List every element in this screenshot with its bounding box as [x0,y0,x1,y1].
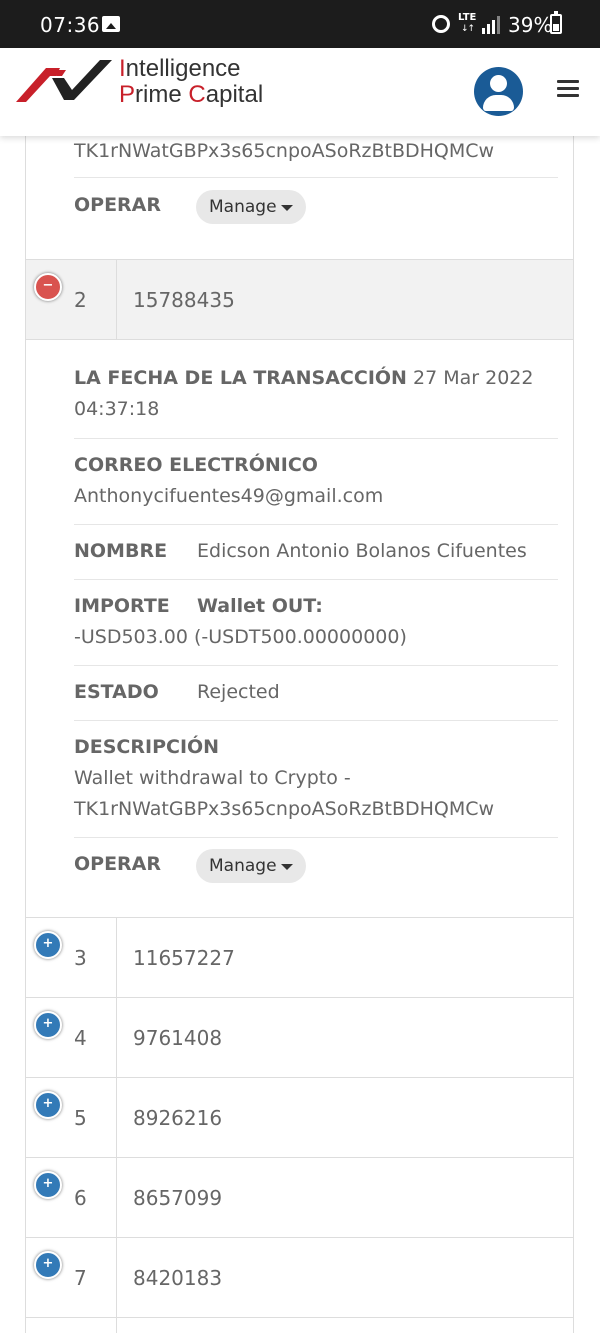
transaction-id: 8926216 [133,1106,223,1130]
expand-row-icon[interactable]: + [34,931,62,959]
operate-label: OPERAR [74,853,162,875]
status-label: ESTADO [74,681,159,703]
row-index: 3 [74,946,87,970]
transaction-id: 8657099 [133,1186,223,1210]
name-label: NOMBRE [74,540,168,562]
brand-name[interactable]: Intelligence Prime Capital [119,56,263,108]
battery-icon [550,11,562,34]
amount-value: -USD503.00 (-USDT500.00000000) [74,626,407,648]
time-value: 04:37:18 [74,398,160,420]
date-label: LA FECHA DE LA TRANSACCIÓN [74,367,407,389]
collapse-row-icon[interactable]: − [34,273,62,301]
description-label: DESCRIPCIÓN [74,736,220,758]
status-time: 07:36 [40,13,101,37]
row-index: 6 [74,1186,87,1210]
description-line-2: TK1rNWatGBPx3s65cnpoASoRzBtBDHQMCw [74,798,495,820]
row-1-details: TK1rNWatGBPx3s65cnpoASoRzBtBDHQMCw OPERA… [26,136,573,259]
transaction-id: 15788435 [133,288,235,312]
expand-row-icon[interactable]: + [34,1171,62,1199]
name-value: Edicson Antonio Bolanos Cifuentes [197,540,527,562]
network-type: LTE [458,12,477,23]
battery-percent: 39% [508,13,553,37]
expand-row-icon[interactable]: + [34,1011,62,1039]
status-bar: 07:36 LTE ↓↑ 39% [0,0,600,48]
wallet-out-label: Wallet OUT: [197,595,323,617]
table-row[interactable]: + 6 8657099 [26,1157,573,1237]
row-2-details: LA FECHA DE LA TRANSACCIÓN 27 Mar 2022 0… [26,339,573,917]
data-activity-icon: ↓↑ [461,24,475,34]
brand-line-2: Prime Capital [119,81,264,108]
row-index: 2 [74,288,87,312]
email-label: CORREO ELECTRÓNICO [74,454,318,476]
manage-dropdown-button[interactable]: Manage [196,190,306,224]
expand-row-icon[interactable]: + [34,1251,62,1279]
table-row[interactable]: + 4 9761408 [26,997,573,1077]
status-value: Rejected [197,681,280,703]
caret-down-icon [281,205,293,211]
table-row[interactable]: − 2 15788435 [26,259,573,339]
user-avatar-button[interactable] [474,67,523,116]
transactions-table: TK1rNWatGBPx3s65cnpoASoRzBtBDHQMCw OPERA… [25,136,574,1333]
table-row[interactable]: + 3 11657227 [26,917,573,997]
app-header: Intelligence Prime Capital [0,48,600,136]
row-index: 4 [74,1026,87,1050]
amount-label: IMPORTE [74,595,170,617]
alarm-icon [432,15,450,33]
row-index: 5 [74,1106,87,1130]
expand-row-icon[interactable]: + [34,1091,62,1119]
transaction-id: 8420183 [133,1266,223,1290]
manage-dropdown-button[interactable]: Manage [196,849,306,883]
table-row[interactable]: + 7 8420183 [26,1237,573,1317]
manage-label: Manage [209,856,277,876]
row-index: 7 [74,1266,87,1290]
table-row[interactable]: + 5 8926216 [26,1077,573,1157]
caret-down-icon [281,864,293,870]
signal-icon [482,16,500,34]
menu-button[interactable] [557,80,579,98]
description-line-1: Wallet withdrawal to Crypto - [74,767,351,789]
logo-icon[interactable] [16,56,116,106]
operate-label: OPERAR [74,194,162,216]
user-icon [490,75,507,92]
email-value: Anthonycifuentes49@gmail.com [74,485,384,507]
gallery-notification-icon [102,16,120,32]
table-row[interactable] [26,1317,573,1333]
description-value: TK1rNWatGBPx3s65cnpoASoRzBtBDHQMCw [74,140,495,162]
brand-line-1: Intelligence [119,55,241,82]
transaction-id: 9761408 [133,1026,223,1050]
date-value: 27 Mar 2022 [413,367,534,389]
manage-label: Manage [209,197,277,217]
transaction-id: 11657227 [133,946,235,970]
